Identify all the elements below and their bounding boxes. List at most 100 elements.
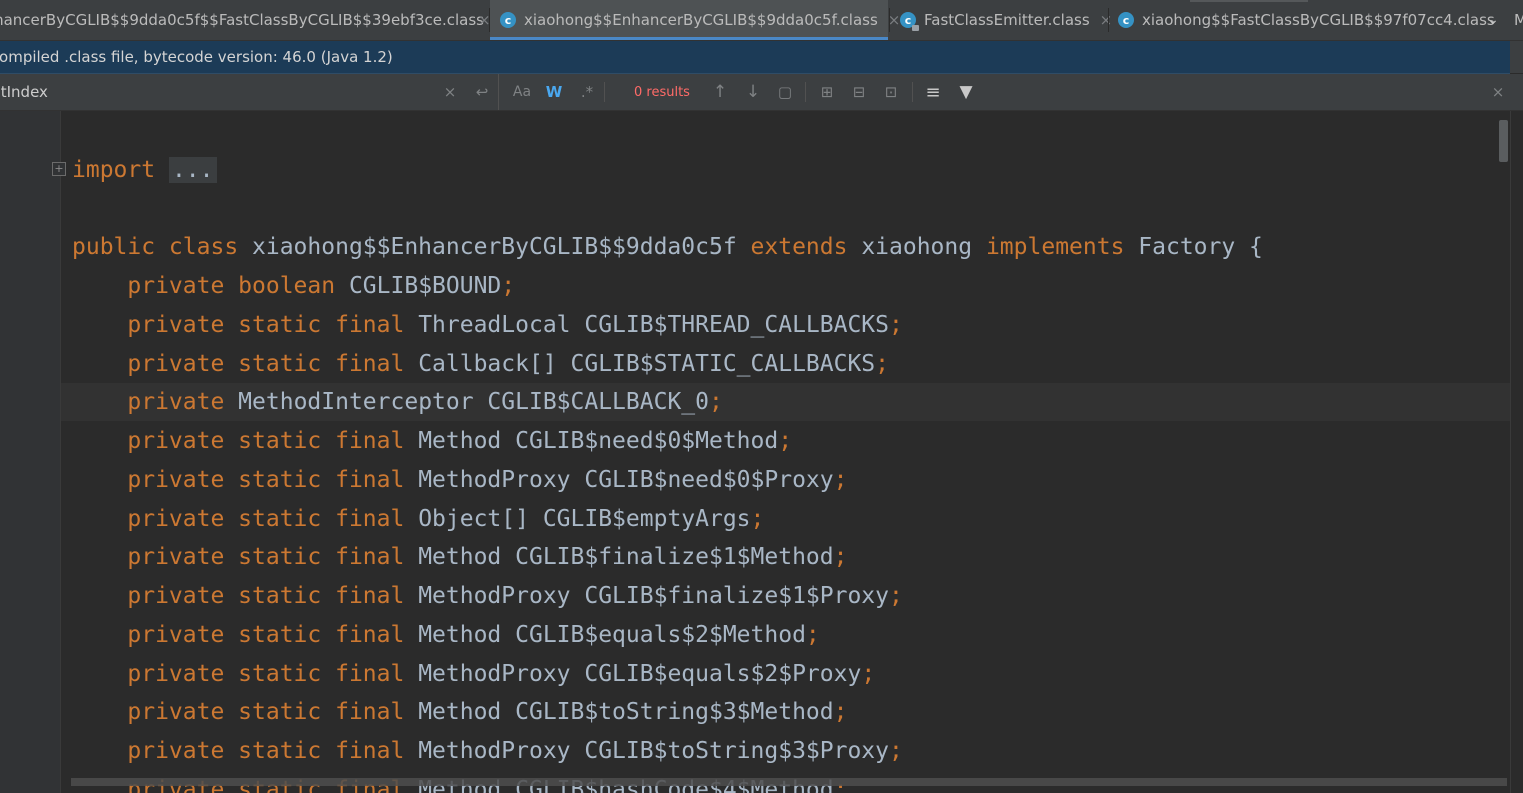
code-text: MethodProxy CGLIB$need$0$Proxy (404, 467, 834, 493)
filter-icon[interactable]: ▼ (955, 74, 977, 110)
code-keyword: private static final (72, 544, 405, 570)
code-keyword: private boolean (72, 273, 336, 299)
code-line: private static final MethodProxy CGLIB$e… (72, 655, 875, 694)
add-occurrence-icon[interactable]: ⊞ (816, 74, 838, 110)
code-text: Callback[] CGLIB$STATIC_CALLBACKS (404, 351, 876, 377)
code-keyword: private static final (72, 622, 405, 648)
code-line: private static final Method CGLIB$finali… (72, 538, 847, 577)
code-text: Method CGLIB$finalize$1$Method (404, 544, 834, 570)
search-field[interactable]: getIndex × ↩ (0, 74, 499, 110)
tab-fastclass-97f07cc4[interactable]: c xiaohong$$FastClassByCGLIB$$97f07cc4.c… (1109, 0, 1495, 40)
new-line-icon[interactable]: ↩ (472, 74, 492, 110)
code-text: Method CGLIB$equals$2$Method (404, 622, 806, 648)
locked-class-icon: c (900, 12, 919, 31)
find-bar-edge (1516, 74, 1523, 110)
remove-occurrence-icon[interactable]: ⊟ (848, 74, 870, 110)
code-line: private boolean CGLIB$BOUND; (72, 267, 515, 306)
code-keyword: private static final (72, 428, 405, 454)
toolbar-separator (604, 82, 605, 102)
tab-label: xiaohong$$FastClassByCGLIB$$97f07cc4.cla… (1142, 11, 1495, 29)
horizontal-scrollbar[interactable] (71, 778, 1507, 786)
code-keyword: private static final (72, 661, 405, 687)
code-line: private static final Method CGLIB$need$0… (72, 422, 792, 461)
code-text: MethodInterceptor CGLIB$CALLBACK_0 (224, 389, 709, 415)
code-keyword: import (72, 157, 156, 183)
code-keyword: private static final (72, 583, 405, 609)
folded-imports[interactable]: ... (168, 157, 217, 183)
filter-search-results-icon[interactable]: ≡ (922, 74, 944, 110)
code-keyword: private static final (72, 699, 405, 725)
class-icon: c (1118, 12, 1134, 28)
clear-search-icon[interactable]: × (440, 74, 460, 110)
code-keyword: ; (833, 467, 848, 493)
tab-overflow-partial-label: M (1514, 0, 1523, 40)
code-text: MethodProxy CGLIB$equals$2$Proxy (404, 661, 862, 687)
code-keyword: implements (985, 234, 1125, 260)
tab-fastclass-39ebf3ce[interactable]: EnhancerByCGLIB$$9dda0c5f$$FastClassByCG… (0, 0, 491, 40)
banner-edge (1510, 41, 1523, 73)
code-line: private static final MethodProxy CGLIB$t… (72, 732, 903, 771)
code-keyword: ; (778, 428, 793, 454)
tab-label: EnhancerByCGLIB$$9dda0c5f$$FastClassByCG… (0, 11, 484, 29)
code-line: private MethodInterceptor CGLIB$CALLBACK… (72, 383, 723, 422)
code-keyword: ; (875, 351, 890, 377)
editor-tab-bar: EnhancerByCGLIB$$9dda0c5f$$FastClassByCG… (0, 0, 1523, 41)
code-line: public class xiaohong$$EnhancerByCGLIB$$… (72, 228, 1263, 267)
code-line: private static final MethodProxy CGLIB$n… (72, 461, 847, 500)
code-keyword: ; (889, 312, 903, 338)
code-line: private static final Method CGLIB$toStri… (72, 693, 847, 732)
match-case-icon[interactable]: Aa (510, 74, 534, 110)
code-text: Method CGLIB$toString$3$Method (404, 699, 834, 725)
previous-occurrence-icon[interactable]: ↑ (709, 74, 731, 110)
code-editor[interactable]: import ... public class xiaohong$$Enhance… (61, 111, 1510, 793)
code-line: import ... (72, 151, 217, 190)
search-input[interactable]: getIndex (0, 74, 48, 110)
select-all-occurrences-icon[interactable]: ▢ (774, 74, 796, 110)
tab-overflow-chevron-icon[interactable]: ⌄ (1481, 0, 1505, 40)
code-keyword: private static final (72, 312, 405, 338)
code-keyword: private static final (72, 738, 405, 764)
vertical-scrollbar-thumb[interactable] (1499, 120, 1508, 162)
tab-enhancer-9dda0c5f[interactable]: c xiaohong$$EnhancerByCGLIB$$9dda0c5f.cl… (490, 0, 900, 40)
code-text: MethodProxy CGLIB$toString$3$Proxy (404, 738, 889, 764)
decompiled-banner: Decompiled .class file, bytecode version… (0, 41, 1510, 74)
code-keyword: ; (889, 738, 903, 764)
regex-icon[interactable]: .* (576, 74, 598, 110)
code-line: private static final Method CGLIB$equals… (72, 616, 820, 655)
banner-text: Decompiled .class file, bytecode version… (0, 48, 393, 66)
find-bar: getIndex × ↩ Aa W .* 0 results ↑ ↓ ▢ ⊞ ⊟… (0, 74, 1523, 111)
code-keyword: public class (72, 234, 239, 260)
code-text: Object[] CGLIB$emptyArgs (404, 506, 751, 532)
toolbar-separator (912, 82, 913, 102)
code-keyword: ; (750, 506, 765, 532)
words-icon[interactable]: W (543, 74, 565, 110)
code-keyword: ; (833, 699, 848, 725)
code-keyword: ; (805, 622, 820, 648)
code-keyword: ; (833, 544, 848, 570)
code-line: private static final Object[] CGLIB$empt… (72, 500, 764, 539)
code-line: private static final ThreadLocal CGLIB$T… (72, 306, 903, 345)
tab-fastclassemitter[interactable]: c FastClassEmitter.class × (890, 0, 1112, 40)
next-occurrence-icon[interactable]: ↓ (742, 74, 764, 110)
toolbar-separator (805, 82, 806, 102)
code-keyword: private static final (72, 506, 405, 532)
code-text: ThreadLocal CGLIB$THREAD_CALLBACKS (404, 312, 889, 338)
code-keyword: ; (501, 273, 516, 299)
code-line: private static final Callback[] CGLIB$ST… (72, 345, 889, 384)
code-text: xiaohong (847, 234, 986, 260)
tab-label: xiaohong$$EnhancerByCGLIB$$9dda0c5f.clas… (524, 11, 878, 29)
exclude-occurrence-icon[interactable]: ⊡ (880, 74, 902, 110)
code-text: xiaohong$$EnhancerByCGLIB$$9dda0c5f (238, 234, 751, 260)
code-keyword: ; (861, 661, 876, 687)
code-keyword: ; (889, 583, 903, 609)
close-find-bar-icon[interactable]: × (1488, 74, 1508, 110)
tab-label: FastClassEmitter.class (924, 11, 1090, 29)
code-text: MethodProxy CGLIB$finalize$1$Proxy (404, 583, 889, 609)
code-keyword: ; (708, 389, 723, 415)
class-icon: c (500, 12, 516, 28)
code-text: Method CGLIB$need$0$Method (404, 428, 779, 454)
code-keyword: extends (750, 234, 848, 260)
code-line: private static final MethodProxy CGLIB$f… (72, 577, 903, 616)
line-gutter (0, 111, 60, 793)
